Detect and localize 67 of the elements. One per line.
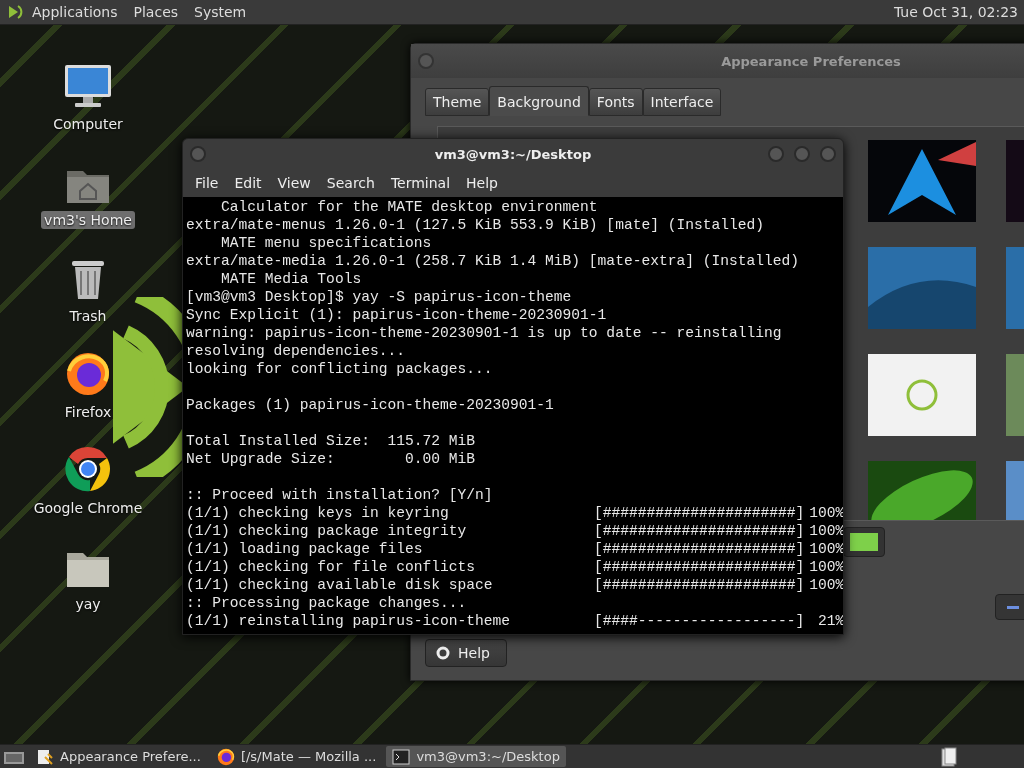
- desktop-icon-label[interactable]: vm3's Home: [41, 211, 135, 229]
- menu-item[interactable]: Help: [458, 175, 506, 191]
- tab[interactable]: Theme: [425, 88, 490, 116]
- tab[interactable]: Fonts: [588, 88, 643, 116]
- clock[interactable]: Tue Oct 31, 02:23: [893, 4, 1018, 20]
- menu-item[interactable]: Terminal: [382, 175, 459, 191]
- terminal-line: [vm3@vm3 Desktop]$ yay -S papirus-icon-theme: [186, 288, 573, 306]
- taskbar-button[interactable]: Appearance Prefere...: [30, 746, 207, 767]
- desktop-icon-label[interactable]: Firefox: [61, 403, 115, 421]
- wallpaper-thumbnail[interactable]: [868, 354, 976, 436]
- help-button[interactable]: Help: [425, 639, 507, 667]
- progress-bar-text: [######################]: [594, 540, 805, 558]
- desktop-icon-label[interactable]: yay: [72, 595, 104, 613]
- terminal-line: MATE menu specifications: [220, 234, 433, 252]
- tab[interactable]: Background: [489, 86, 589, 116]
- desktop-icon-label[interactable]: Google Chrome: [30, 499, 146, 517]
- terminal-line: Sync Explicit (1): papirus-icon-theme-20230901-1: [186, 306, 608, 324]
- terminal-line: extra/mate-menus 1.26.0-1 (127.5 KiB 553.9 KiB) [mate] (Installed): [186, 216, 765, 234]
- progress-bar-text: [######################]: [594, 504, 805, 522]
- terminal-line: Packages (1) papirus-icon-theme-20230901-1: [186, 396, 555, 414]
- firefox-icon: [216, 747, 235, 766]
- terminal-line: warning: papirus-icon-theme-20230901-1 is up to date -- reinstalling: [186, 324, 783, 342]
- menu-item[interactable]: Edit: [226, 175, 270, 191]
- remove-button[interactable]: [995, 594, 1024, 620]
- terminal-line: (1/1) checking keys in keyring: [186, 504, 450, 522]
- panel-menu[interactable]: Places: [133, 4, 179, 20]
- chrome-icon[interactable]: [64, 445, 112, 493]
- terminal-line: (1/1) checking for file conflicts: [186, 558, 476, 576]
- wallpaper-thumbnail[interactable]: [868, 140, 976, 222]
- panel-menu[interactable]: System: [194, 4, 247, 20]
- taskbar-button[interactable]: [/s/Mate — Mozilla ...: [210, 746, 383, 767]
- taskbar-button[interactable]: vm3@vm3:~/Desktop: [386, 746, 566, 767]
- terminal-line: resolving dependencies...: [186, 342, 406, 360]
- wallpaper-thumbnail[interactable]: [868, 461, 976, 520]
- terminal-line: (1/1) checking package integrity: [186, 522, 468, 540]
- terminal-line: (1/1) loading package files: [186, 540, 424, 558]
- terminal-line: :: Processing package changes...: [186, 594, 468, 612]
- terminal-line: looking for conflicting packages...: [186, 360, 494, 378]
- terminal-line: Calculator for the MATE desktop environment: [220, 198, 599, 216]
- computer-icon[interactable]: [63, 63, 113, 109]
- help-icon: [436, 646, 450, 660]
- menu-item[interactable]: File: [187, 175, 227, 191]
- terminal-icon: [392, 748, 411, 765]
- menu-item[interactable]: View: [269, 175, 319, 191]
- terminal-line: (1/1) reinstalling papirus-icon-theme: [186, 612, 512, 630]
- firefox-icon[interactable]: [65, 351, 111, 397]
- progress-bar-text: [######################]: [594, 576, 805, 594]
- terminal-line: extra/mate-media 1.26.0-1 (258.7 KiB 1.4 MiB) [mate-extra] (Installed): [186, 252, 801, 270]
- progress-bar-text: [######################]: [594, 558, 805, 576]
- window-title: Appearance Preferences: [721, 53, 901, 69]
- terminal-line: Total Installed Size: 115.72 MiB: [186, 432, 476, 450]
- panel-menu[interactable]: Applications: [32, 4, 118, 20]
- desktop-icon-label[interactable]: Trash: [66, 307, 110, 325]
- appearance-icon: [36, 747, 54, 766]
- progress-bar-text: [######################]: [594, 522, 805, 540]
- terminal-line: Net Upgrade Size: 0.00 MiB: [186, 450, 476, 468]
- color-picker-button[interactable]: [843, 527, 885, 557]
- desktop-icon-label[interactable]: Computer: [50, 115, 126, 133]
- minus-icon: [1007, 605, 1019, 609]
- menu-item[interactable]: Search: [318, 175, 383, 191]
- terminal-line: :: Proceed with installation? [Y/n]: [186, 486, 494, 504]
- terminal-line: (1/1) checking available disk space: [186, 576, 494, 594]
- terminal-line: MATE Media Tools: [220, 270, 363, 288]
- wallpaper-thumbnail[interactable]: [868, 247, 976, 329]
- progress-bar-text: [####------------------]: [594, 612, 805, 630]
- tab[interactable]: Interface: [642, 88, 722, 116]
- window-title: vm3@vm3:~/Desktop: [434, 146, 592, 162]
